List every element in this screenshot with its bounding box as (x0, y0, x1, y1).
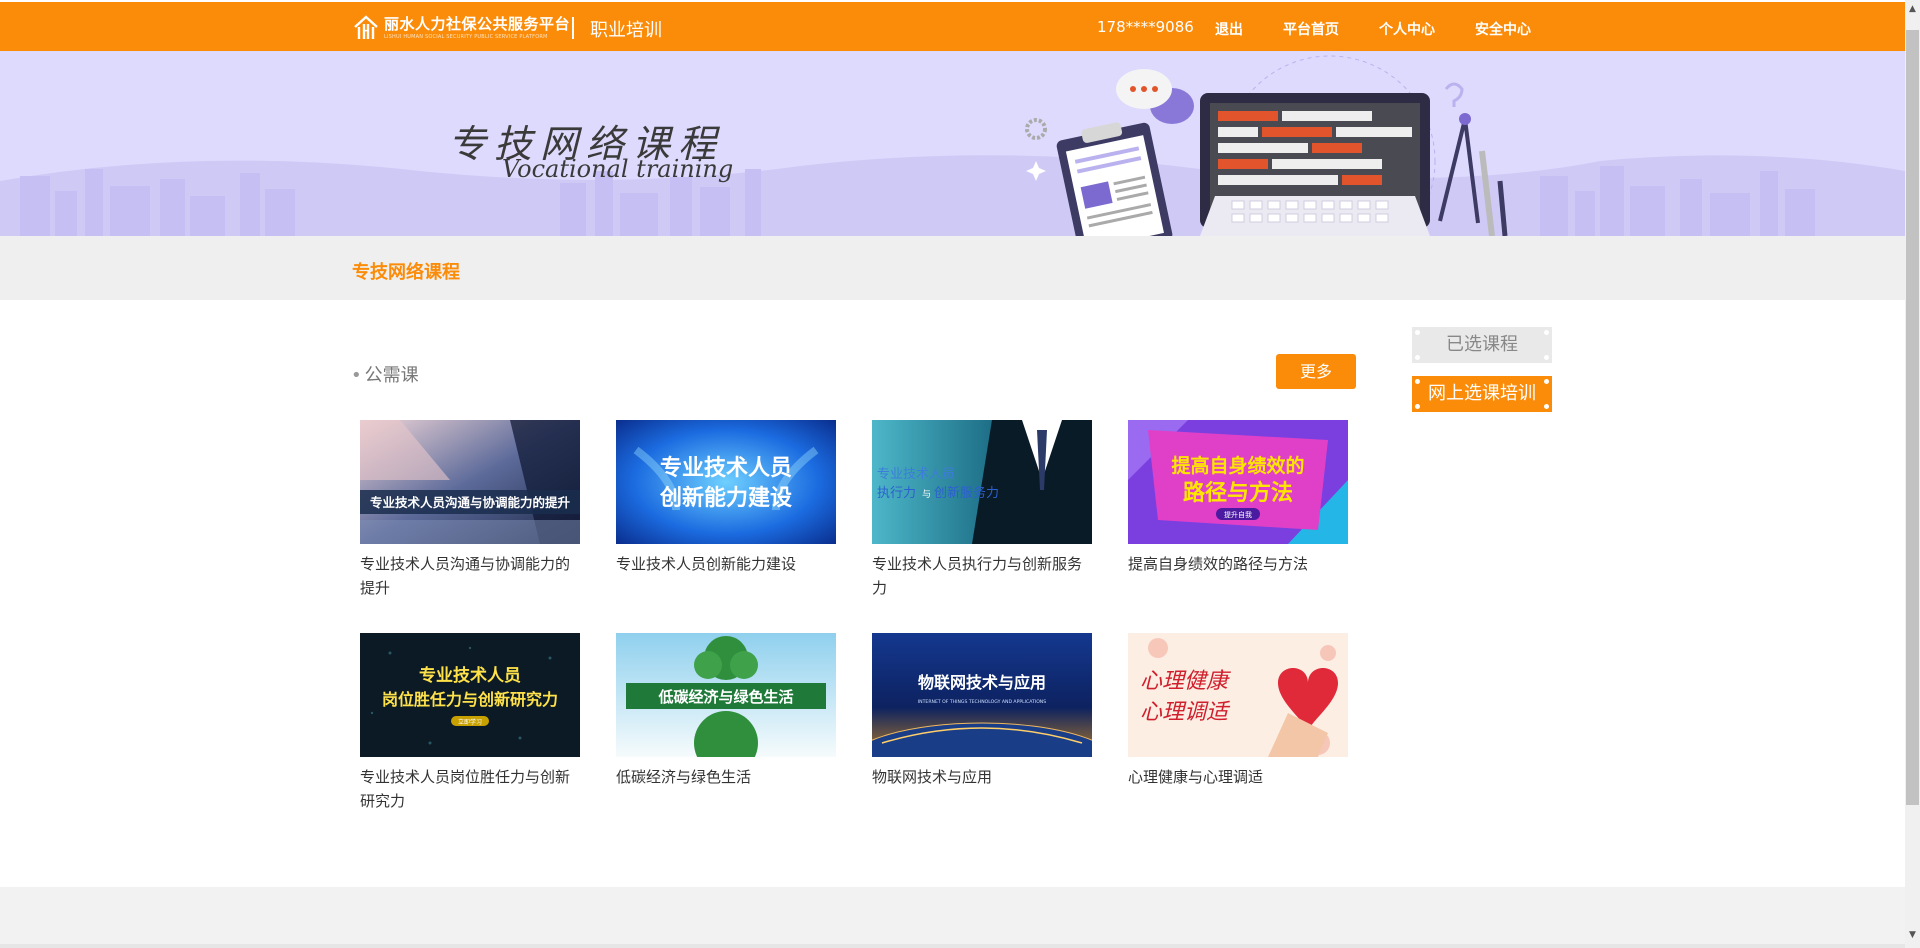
scroll-up-arrow-icon[interactable]: ▲ (1906, 2, 1919, 16)
page: 丽水人力社保公共服务平台 LISHUI HUMAN SOCIAL SECURIT… (0, 0, 1920, 948)
bullet-icon: • (351, 365, 362, 386)
top-bar: 丽水人力社保公共服务平台 LISHUI HUMAN SOCIAL SECURIT… (0, 2, 1905, 51)
course-title[interactable]: 专业技术人员沟通与协调能力的提升 (360, 552, 580, 600)
thumb-text-2: 路径与方法 (1183, 480, 1293, 506)
corner-dot (1415, 355, 1420, 360)
house-logo-icon (354, 15, 378, 39)
breadcrumb-title: 专技网络课程 (352, 262, 460, 283)
thumb-text: 低碳经济与绿色生活 (657, 688, 793, 706)
course-thumbnail[interactable]: 专业技术人员沟通与协调能力的提升 (360, 420, 580, 544)
course-card[interactable]: 专业技术人员 执行力 与 创新服务力 专业技术人员执行力与创新服务力 (872, 420, 1092, 600)
section-name: 职业培训 (590, 20, 662, 41)
course-card[interactable]: 物联网技术与应用 INTERNET OF THINGS TECHNOLOGY A… (872, 633, 1092, 789)
corner-dot (1544, 330, 1549, 335)
thumb-text-2: INTERNET OF THINGS TECHNOLOGY AND APPLIC… (918, 699, 1046, 705)
breadcrumb-band: 专技网络课程 (0, 236, 1905, 300)
banner-illustration (0, 55, 1905, 236)
selected-courses-label: 已选课程 (1446, 334, 1518, 355)
logo-subtitle: LISHUI HUMAN SOCIAL SECURITY PUBLIC SERV… (384, 33, 548, 40)
thumb-text: 专业技术人员沟通与协调能力的提升 (370, 495, 571, 510)
corner-dot (1415, 404, 1420, 409)
category-title: • 公需课 (351, 361, 419, 387)
thumb-text-1: 专业技术人员 (877, 467, 955, 482)
banner: 专技网络课程 Vocational training (0, 51, 1905, 236)
personal-center-link[interactable]: 个人中心 (1379, 19, 1435, 39)
thumb-text-3: 与 (922, 489, 931, 500)
course-title[interactable]: 专业技术人员岗位胜任力与创新研究力 (360, 765, 580, 813)
thumb-text-2: 创新能力建设 (659, 485, 792, 511)
logout-link[interactable]: 退出 (1215, 19, 1243, 39)
course-title[interactable]: 低碳经济与绿色生活 (616, 765, 836, 789)
corner-dot (1415, 379, 1420, 384)
footer-divider (0, 944, 1905, 948)
course-card[interactable]: 专业技术人员沟通与协调能力的提升 专业技术人员沟通与协调能力的提升 (360, 420, 580, 600)
thumb-text-1: 物联网技术与应用 (918, 673, 1046, 692)
course-thumbnail[interactable]: 低碳经济与绿色生活 (616, 633, 836, 757)
course-title[interactable]: 提高自身绩效的路径与方法 (1128, 552, 1348, 576)
security-center-link[interactable]: 安全中心 (1475, 19, 1531, 39)
thumb-text-4: 创新服务力 (934, 485, 999, 501)
selected-courses-button[interactable]: 已选课程 (1412, 327, 1552, 363)
footer (0, 887, 1905, 948)
thumb-text-1: 心理健康 (1140, 669, 1232, 694)
scrollbar-thumb[interactable] (1906, 30, 1919, 805)
course-thumbnail[interactable]: 心理健康 心理调适 (1128, 633, 1348, 757)
banner-subtitle: Vocational training (502, 155, 734, 183)
thumb-text-3: 立即学习 (458, 718, 482, 726)
platform-home-link[interactable]: 平台首页 (1283, 19, 1339, 39)
online-course-selection-button[interactable]: 网上选课培训 (1412, 376, 1552, 412)
course-card[interactable]: 心理健康 心理调适 心理健康与心理调适 (1128, 633, 1348, 789)
thumb-text-2: 心理调适 (1140, 700, 1231, 725)
course-thumbnail[interactable]: 提高自身绩效的 路径与方法 提升自我 (1128, 420, 1348, 544)
course-card[interactable]: 专业技术人员 创新能力建设 专业技术人员创新能力建设 (616, 420, 836, 576)
thumb-text-2: 岗位胜任力与创新研究力 (382, 690, 558, 709)
corner-dot (1544, 379, 1549, 384)
corner-dot (1544, 404, 1549, 409)
course-card[interactable]: 提高自身绩效的 路径与方法 提升自我 提高自身绩效的路径与方法 (1128, 420, 1348, 576)
scroll-down-arrow-icon[interactable]: ▼ (1906, 928, 1919, 942)
category-label: 公需课 (364, 365, 419, 386)
corner-dot (1544, 355, 1549, 360)
logo-divider (572, 17, 574, 39)
course-title[interactable]: 专业技术人员执行力与创新服务力 (872, 552, 1092, 600)
more-button[interactable]: 更多 (1276, 354, 1356, 389)
course-card[interactable]: 低碳经济与绿色生活 低碳经济与绿色生活 (616, 633, 836, 789)
course-thumbnail[interactable]: 专业技术人员 创新能力建设 (616, 420, 836, 544)
logo-title: 丽水人力社保公共服务平台 (384, 14, 571, 33)
course-card[interactable]: 专业技术人员 岗位胜任力与创新研究力 立即学习 专业技术人员岗位胜任力与创新研究… (360, 633, 580, 813)
corner-dot (1415, 330, 1420, 335)
thumb-text-1: 提高自身绩效的 (1171, 454, 1304, 477)
course-thumbnail[interactable]: 专业技术人员 岗位胜任力与创新研究力 立即学习 (360, 633, 580, 757)
course-title[interactable]: 心理健康与心理调适 (1128, 765, 1348, 789)
thumb-text-2: 执行力 (877, 486, 916, 501)
course-thumbnail[interactable]: 物联网技术与应用 INTERNET OF THINGS TECHNOLOGY A… (872, 633, 1092, 757)
thumb-text-1: 专业技术人员 (419, 665, 521, 686)
online-course-selection-label: 网上选课培训 (1428, 383, 1536, 404)
thumb-text-3: 提升自我 (1224, 510, 1252, 519)
course-thumbnail[interactable]: 专业技术人员 执行力 与 创新服务力 (872, 420, 1092, 544)
platform-logo[interactable]: 丽水人力社保公共服务平台 LISHUI HUMAN SOCIAL SECURIT… (352, 14, 602, 42)
course-title[interactable]: 物联网技术与应用 (872, 765, 1092, 789)
user-phone[interactable]: 178****9086 (1097, 18, 1194, 36)
course-title[interactable]: 专业技术人员创新能力建设 (616, 552, 836, 576)
thumb-text-1: 专业技术人员 (660, 455, 792, 481)
